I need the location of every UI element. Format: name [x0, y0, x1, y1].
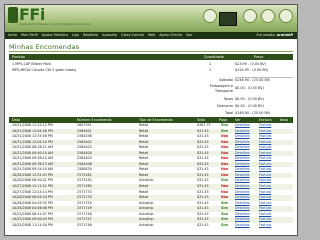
nav-item-loja[interactable]: Loja	[72, 33, 79, 37]
header-price: Preço	[254, 55, 264, 59]
nav-item-perfil[interactable]: Meu Perfil	[21, 33, 38, 37]
summary-value: $0.00 - (0.00 BV)	[235, 86, 264, 90]
summary-value: $146.90 - (25.00 BV)	[235, 111, 271, 115]
product-qty: 1	[209, 68, 212, 72]
cart-icon[interactable]	[243, 9, 257, 23]
session-user: aruldolff	[276, 33, 293, 37]
screen-icon[interactable]	[219, 12, 237, 26]
session-prefix: Em sessão:	[256, 33, 276, 37]
orders-table: 10/31/2008 12:52:12 PM 2607391 Retail $367.…	[9, 123, 293, 228]
order-date: 10/25/2008 11:14:50 PM	[12, 222, 53, 227]
summary-value: $0.00 - (0.00 BV)	[235, 97, 264, 101]
summary-subtotal: Subtotal $146.90 - (25.00 BV)	[9, 77, 293, 83]
summary-label: Embalagem e Transporte	[209, 84, 233, 93]
table-row: 10/25/2008 11:14:50 PM 2571746 Autoship $31…	[9, 223, 293, 229]
nav-item-caixa[interactable]: Caixa Correio	[121, 33, 144, 37]
summary-label: Total	[225, 111, 233, 115]
help-icon[interactable]	[279, 9, 293, 23]
browser-window: FFi Gestão de Encomendas - Fundo Fotográ…	[4, 4, 298, 236]
nav-item-apoio[interactable]: Apoio Cliente	[159, 33, 182, 37]
order-invoice-link[interactable]: Factura	[259, 223, 271, 229]
user-icon[interactable]	[261, 9, 275, 23]
site-logo[interactable]: FFi	[19, 5, 45, 24]
summary-value: $0.00 - (0.00 BV)	[235, 104, 264, 108]
logo-mark-icon	[8, 7, 18, 23]
order-total: $31.45	[197, 222, 209, 227]
summary-shipping: Embalagem e Transporte $0.00 - (0.00 BV)	[9, 84, 293, 94]
nav-item-web[interactable]: Web	[148, 33, 155, 37]
order-paid: Sim	[221, 222, 228, 227]
site-tagline: Gestão de Encomendas - Fundo Fotográfico…	[19, 23, 91, 26]
summary-value: $146.90 - (25.00 BV)	[235, 78, 271, 82]
product-name: MPS-MEGA Circuito (30 5 gram tubes)	[12, 68, 77, 72]
title-divider	[9, 51, 293, 52]
order-number: 2571746	[77, 222, 92, 227]
product-row: MPS-MEGA Circuito (30 5 gram tubes) 1 $1…	[9, 67, 293, 73]
summary-total: Total $146.90 - (25.00 BV)	[9, 110, 293, 116]
nav-item-autoship[interactable]: Autoship	[102, 33, 117, 37]
order-type: Autoship	[139, 222, 154, 227]
summary-label: Subtotal	[218, 78, 233, 82]
header-product: Produto	[12, 55, 26, 59]
globe-icon[interactable]	[203, 9, 217, 23]
header-qty: Quantidade	[204, 55, 224, 59]
summary-discount: Desconto $0.00 - (0.00 BV)	[9, 103, 293, 109]
nav-item-relatorio[interactable]: Relatório	[83, 33, 98, 37]
product-price: $124.95 - (0.00 BV)	[235, 68, 269, 72]
site-header: FFi Gestão de Encomendas - Fundo Fotográ…	[5, 5, 297, 32]
session-info: Em sessão: aruldolff	[254, 32, 293, 39]
nav-item-apoiar[interactable]: Apoiar Membro	[42, 33, 68, 37]
summary-label: Taxas	[223, 97, 233, 101]
main-nav: Início Meu Perfil Apoiar Membro Loja Rel…	[5, 32, 297, 39]
order-details-link[interactable]: Detalhes	[235, 223, 250, 229]
page-title: Minhas Encomendas	[9, 43, 80, 51]
summary-label: Desconto	[217, 104, 233, 108]
summary-taxes: Taxas $0.00 - (0.00 BV)	[9, 96, 293, 102]
products-table-header: Produto Quantidade Preço	[9, 54, 293, 60]
nav-item-inicio[interactable]: Início	[8, 33, 17, 37]
nav-item-sair[interactable]: Sair	[186, 33, 193, 37]
